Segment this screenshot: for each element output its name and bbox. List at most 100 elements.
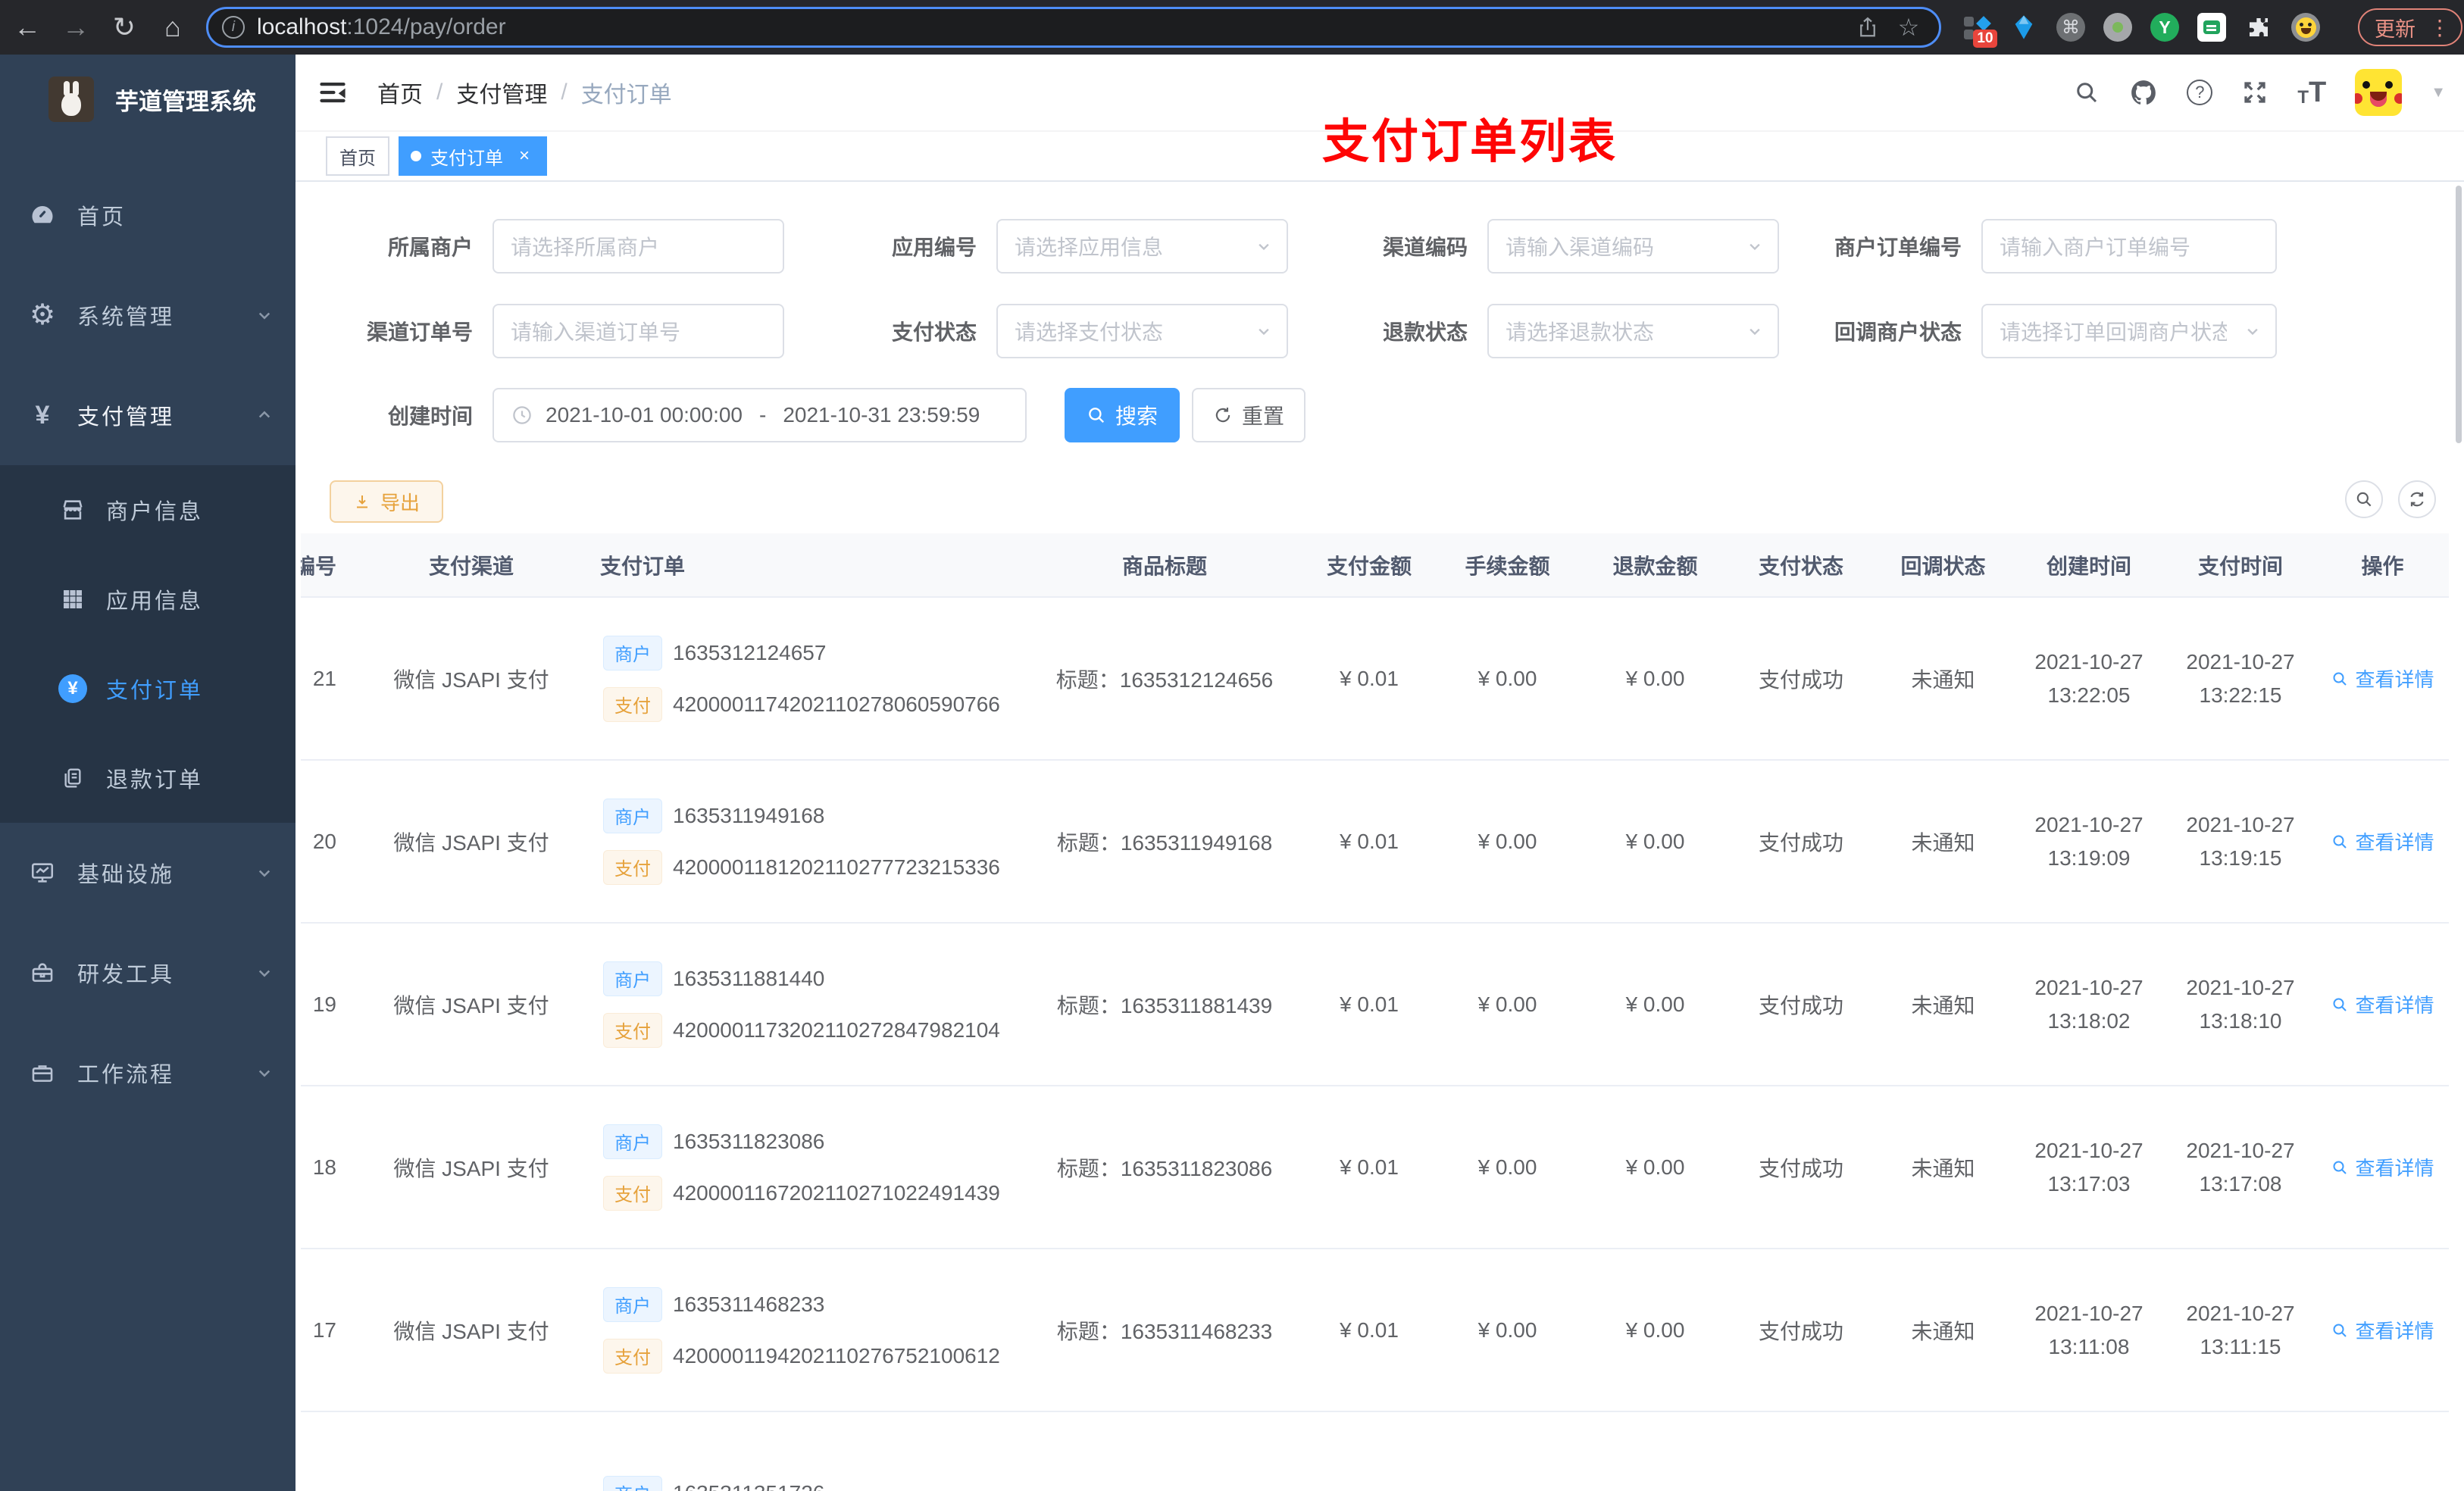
extensions-puzzle-icon[interactable] [2244, 13, 2273, 42]
pay-status: 支付成功 [1758, 1319, 1843, 1343]
chrome-update-button[interactable]: 更新 ⋮ [2358, 8, 2462, 46]
callback-status-select[interactable]: 请选择订单回调商户状态 [1981, 304, 2277, 358]
notify-status: 未通知 [1911, 1319, 1975, 1343]
payment-submenu: 商户信息 应用信息 ¥ 支付订单 退款订单 [0, 465, 295, 823]
sidebar-item-app-info[interactable]: 应用信息 [0, 555, 295, 644]
profile-avatar-icon[interactable] [2291, 13, 2320, 42]
chevron-down-icon [1253, 320, 1274, 342]
view-detail-link[interactable]: 查看详情 [2331, 1316, 2434, 1344]
user-avatar[interactable] [2355, 69, 2403, 116]
table-row: 18 微信 JSAPI 支付 商户 1635311823086 支付 4200001… [301, 1086, 2449, 1249]
site-info-icon[interactable]: i [222, 16, 245, 39]
monitor-icon [27, 860, 58, 886]
extension-gem-icon[interactable] [2009, 13, 2038, 42]
sidebar-item-workflow[interactable]: 工作流程 [0, 1023, 295, 1123]
notify-status: 未通知 [1911, 993, 1975, 1017]
reset-button[interactable]: 重置 [1192, 388, 1305, 442]
fullscreen-icon[interactable] [2241, 79, 2269, 106]
share-icon[interactable] [1851, 16, 1884, 39]
chevron-down-icon [253, 304, 276, 327]
merchant-input[interactable]: 请选择所属商户 [492, 219, 784, 274]
view-detail-link[interactable]: 查看详情 [2331, 990, 2434, 1018]
sidebar-item-home[interactable]: 首页 [0, 165, 295, 265]
table-row: 商户1635311351726 [301, 1412, 2449, 1491]
notify-status: 未通知 [1911, 830, 1975, 855]
search-button[interactable]: 搜索 [1065, 388, 1180, 442]
extension-y-icon[interactable]: Y [2150, 13, 2179, 42]
tag-pay-order[interactable]: 支付订单 × [399, 136, 547, 176]
table-search-toggle-button[interactable] [2345, 480, 2383, 518]
date-range-picker[interactable]: 2021-10-01 00:00:00 - 2021-10-31 23:59:5… [492, 388, 1027, 442]
chevron-down-icon [2242, 320, 2263, 342]
app-select[interactable]: 请选择应用信息 [996, 219, 1288, 274]
notify-status: 未通知 [1911, 1156, 1975, 1180]
pay-tag: 支付 [603, 686, 662, 722]
pay-status-select[interactable]: 请选择支付状态 [996, 304, 1288, 358]
export-button[interactable]: 导出 [330, 480, 443, 523]
refund-status-select[interactable]: 请选择退款状态 [1487, 304, 1779, 358]
sidebar-item-system[interactable]: ⚙ 系统管理 [0, 265, 295, 365]
pay-tag: 支付 [603, 1175, 662, 1211]
table-row: 19 微信 JSAPI 支付 商户 1635311881440 支付 4200001… [301, 924, 2449, 1086]
browser-forward-button[interactable]: → [55, 6, 97, 48]
breadcrumb-payment[interactable]: 支付管理 [456, 76, 547, 109]
sidebar-item-pay-order[interactable]: ¥ 支付订单 [0, 644, 295, 733]
view-detail-link[interactable]: 查看详情 [2331, 827, 2434, 855]
extension-command-icon[interactable]: ⌘ [2056, 13, 2085, 42]
filter-merchant: 所属商户 请选择所属商户 [295, 219, 784, 274]
merchant-tag: 商户 [603, 798, 662, 833]
sidebar-item-infrastructure[interactable]: 基础设施 [0, 823, 295, 923]
app-title: 芋道管理系统 [115, 88, 256, 115]
gear-icon: ⚙ [29, 299, 56, 331]
extension-badge: 10 [1973, 30, 1997, 48]
view-detail-link[interactable]: 查看详情 [2331, 1153, 2434, 1181]
extension-tabs-icon[interactable]: 10 [1962, 13, 1997, 48]
navbar-actions: ? TT ▼ [2073, 69, 2446, 116]
clock-icon [511, 404, 533, 427]
pay-status: 支付成功 [1758, 1156, 1843, 1180]
table-row: 20 微信 JSAPI 支付 商户 1635311949168 支付 4200001… [301, 761, 2449, 924]
chevron-up-icon [253, 404, 276, 427]
merchant-order-no-input[interactable]: 请输入商户订单编号 [1981, 219, 2277, 274]
browser-menu-icon[interactable]: ⋮ [2425, 15, 2455, 40]
date-start[interactable]: 2021-10-01 00:00:00 [546, 403, 743, 427]
extension-grey-dot-icon[interactable] [2103, 13, 2132, 42]
extension-chat-icon[interactable] [2197, 13, 2226, 42]
font-size-icon[interactable]: TT [2297, 78, 2326, 107]
help-icon[interactable]: ? [2187, 80, 2213, 105]
yen-circle-icon: ¥ [58, 674, 88, 703]
sidebar-item-dev-tools[interactable]: 研发工具 [0, 923, 295, 1023]
browser-home-button[interactable]: ⌂ [152, 6, 194, 48]
breadcrumb-home[interactable]: 首页 [377, 76, 423, 109]
header-search-icon[interactable] [2073, 79, 2100, 106]
filter-merchant-order-no: 商户订单编号 请输入商户订单编号 [1784, 219, 2277, 274]
page-scrollbar[interactable] [2456, 186, 2462, 443]
filter-refund-status: 退款状态 请选择退款状态 [1290, 304, 1779, 358]
app-workspace: 芋道管理系统 首页 ⚙ 系统管理 ¥ 支付管理 商户信息 应用信息 ¥ 支付订单… [0, 55, 2464, 1491]
main-area: 支付订单列表 首页 / 支付管理 / 支付订单 ? T T ▼ 首页 支付订单 … [295, 55, 2464, 1491]
sidebar-collapse-icon[interactable] [318, 78, 347, 107]
address-bar[interactable]: i localhost:1024/pay/order ☆ [206, 7, 1941, 48]
tag-close-icon[interactable]: × [514, 145, 535, 167]
view-detail-link[interactable]: 查看详情 [2331, 664, 2434, 692]
sidebar-item-payment[interactable]: ¥ 支付管理 [0, 365, 295, 465]
tag-home[interactable]: 首页 [326, 136, 389, 176]
date-end[interactable]: 2021-10-31 23:59:59 [783, 403, 980, 427]
channel-order-no-input[interactable]: 请输入渠道订单号 [492, 304, 784, 358]
table-refresh-button[interactable] [2398, 480, 2436, 518]
orders-table: 编号 支付渠道 支付订单 商品标题 支付金额 手续金额 退款金额 支付状态 回调… [301, 533, 2449, 1491]
github-icon[interactable] [2129, 78, 2158, 107]
filter-channel-order-no: 渠道订单号 请输入渠道订单号 [295, 304, 784, 358]
avatar-caret-icon[interactable]: ▼ [2431, 84, 2446, 102]
toolbox-icon [27, 960, 58, 986]
merchant-tag: 商户 [603, 635, 662, 670]
extensions-area: 10 ⌘ Y 更新 ⋮ [1962, 8, 2462, 48]
sidebar-item-merchant-info[interactable]: 商户信息 [0, 465, 295, 555]
table-header-row: 编号 支付渠道 支付订单 商品标题 支付金额 手续金额 退款金额 支付状态 回调… [301, 533, 2449, 598]
bookmark-star-icon[interactable]: ☆ [1892, 13, 1925, 42]
browser-back-button[interactable]: ← [6, 6, 48, 48]
channel-code-select[interactable]: 请输入渠道编码 [1487, 219, 1779, 274]
sidebar-item-refund-order[interactable]: 退款订单 [0, 733, 295, 823]
breadcrumb: 首页 / 支付管理 / 支付订单 [377, 76, 672, 109]
browser-reload-button[interactable]: ↻ [103, 6, 145, 48]
